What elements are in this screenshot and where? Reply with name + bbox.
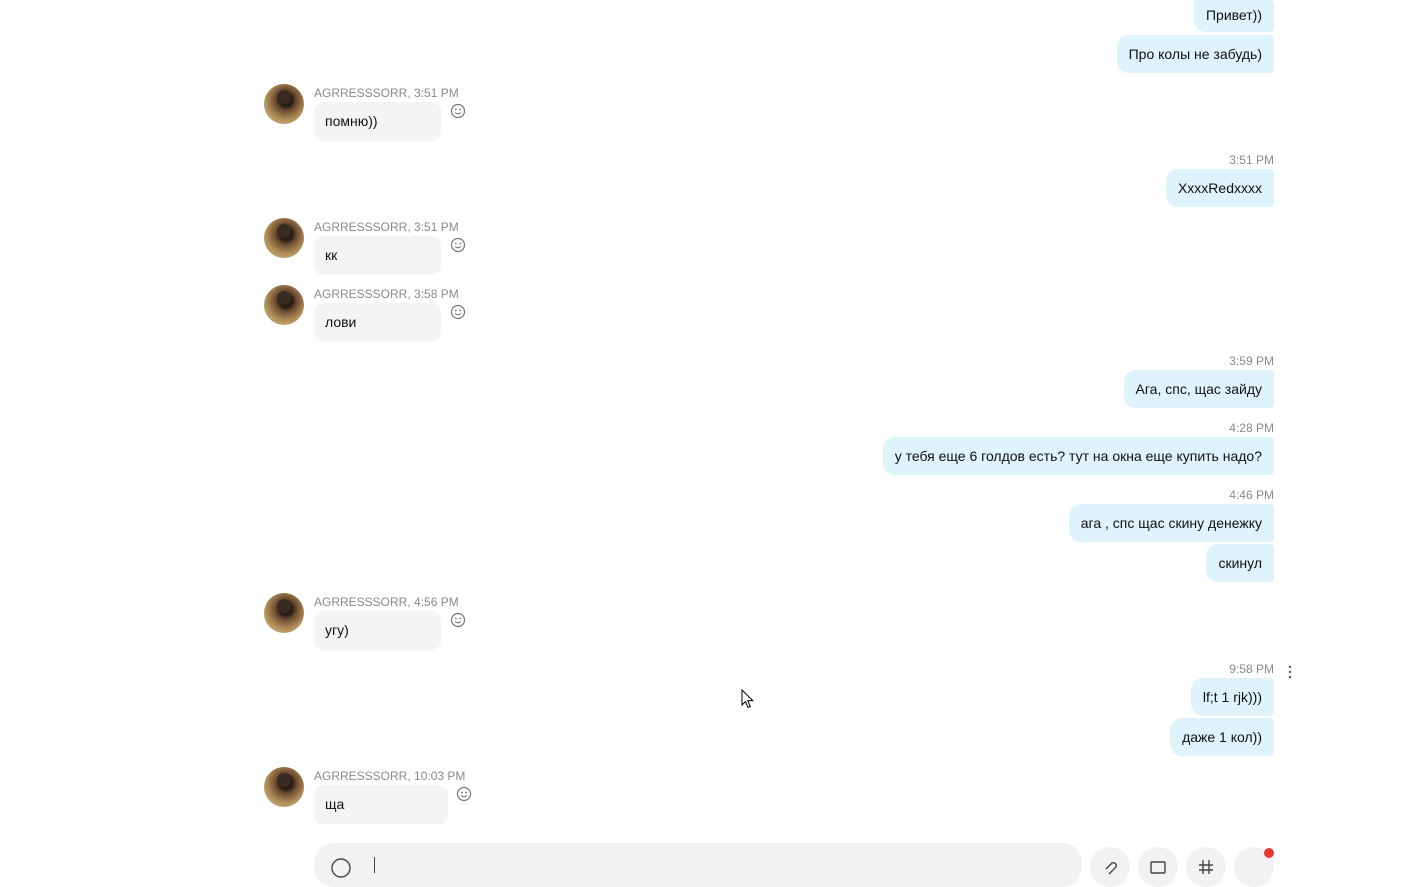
message-text: у тебя еще 6 голдов есть? тут на окна ещ…	[894, 448, 1262, 464]
outgoing-message-bubble[interactable]: Ага, спс, щас зайду	[1123, 370, 1274, 408]
vertical-dots-icon[interactable]	[1282, 664, 1298, 680]
incoming-message-bubble[interactable]: кк	[314, 236, 441, 274]
sender-timestamp: AGRRESSSORR, 3:51 PM	[314, 86, 459, 100]
smiley-face-icon[interactable]	[449, 303, 467, 321]
message-text: даже 1 кол))	[1182, 729, 1262, 745]
sender-timestamp: AGRRESSSORR, 10:03 PM	[314, 769, 466, 783]
incoming-message-bubble[interactable]: угу)	[314, 611, 441, 649]
contact-avatar[interactable]	[264, 218, 304, 258]
incoming-message-bubble[interactable]: ща	[314, 785, 448, 823]
smiley-face-icon[interactable]	[455, 785, 473, 803]
message-text: Ага, спс, щас зайду	[1135, 381, 1262, 397]
incoming-message-bubble[interactable]: помню))	[314, 102, 441, 140]
smiley-face-icon[interactable]	[449, 102, 467, 120]
outgoing-message-bubble[interactable]: скинул	[1206, 544, 1274, 582]
message-timestamp: 9:58 PM	[1229, 662, 1274, 676]
outgoing-message-bubble[interactable]: Привет))	[1193, 0, 1274, 32]
smiley-face-icon[interactable]	[449, 611, 467, 629]
message-text: ща	[325, 796, 345, 812]
message-text: lf;t 1 rjk)))	[1202, 689, 1262, 705]
outgoing-message-bubble[interactable]: у тебя еще 6 голдов есть? тут на окна ещ…	[882, 437, 1274, 475]
notification-dot	[1264, 848, 1274, 858]
message-text: Про колы не забудь)	[1128, 46, 1262, 62]
contact-avatar[interactable]	[264, 285, 304, 325]
contact-avatar[interactable]	[264, 593, 304, 633]
message-timestamp: 3:51 PM	[1229, 153, 1274, 167]
image-icon[interactable]	[1138, 847, 1178, 887]
outgoing-message-bubble[interactable]: ага , спс щас скину денежку	[1068, 504, 1274, 542]
mouse-cursor-icon	[741, 688, 755, 714]
message-timestamp: 4:28 PM	[1229, 421, 1274, 435]
sender-timestamp: AGRRESSSORR, 3:58 PM	[314, 287, 459, 301]
contact-avatar[interactable]	[264, 767, 304, 807]
outgoing-message-bubble[interactable]: XxxxRedxxxx	[1165, 169, 1274, 207]
message-text: XxxxRedxxxx	[1177, 180, 1262, 196]
message-timestamp: 4:46 PM	[1229, 488, 1274, 502]
message-text: ага , спс щас скину денежку	[1080, 515, 1262, 531]
outgoing-message-bubble[interactable]: Про колы не забудь)	[1116, 35, 1274, 73]
message-text: угу)	[325, 622, 349, 638]
sender-timestamp: AGRRESSSORR, 3:51 PM	[314, 220, 459, 234]
attach-file-icon[interactable]	[1090, 847, 1130, 887]
emoji-icon[interactable]	[330, 857, 352, 884]
message-timestamp: 3:59 PM	[1229, 354, 1274, 368]
message-text: Привет))	[1205, 7, 1262, 23]
message-text: скинул	[1218, 555, 1262, 571]
sender-timestamp: AGRRESSSORR, 4:56 PM	[314, 595, 459, 609]
message-text: помню))	[325, 113, 378, 129]
incoming-message-bubble[interactable]: лови	[314, 303, 441, 341]
contact-avatar[interactable]	[264, 84, 304, 124]
message-text: кк	[325, 247, 338, 263]
outgoing-message-bubble[interactable]: lf;t 1 rjk)))	[1190, 678, 1274, 716]
contact-card-icon[interactable]	[1186, 847, 1226, 887]
message-text: лови	[325, 314, 357, 330]
text-caret	[374, 857, 377, 873]
outgoing-message-bubble[interactable]: даже 1 кол))	[1170, 718, 1274, 756]
message-input[interactable]	[314, 843, 1082, 887]
smiley-face-icon[interactable]	[449, 236, 467, 254]
